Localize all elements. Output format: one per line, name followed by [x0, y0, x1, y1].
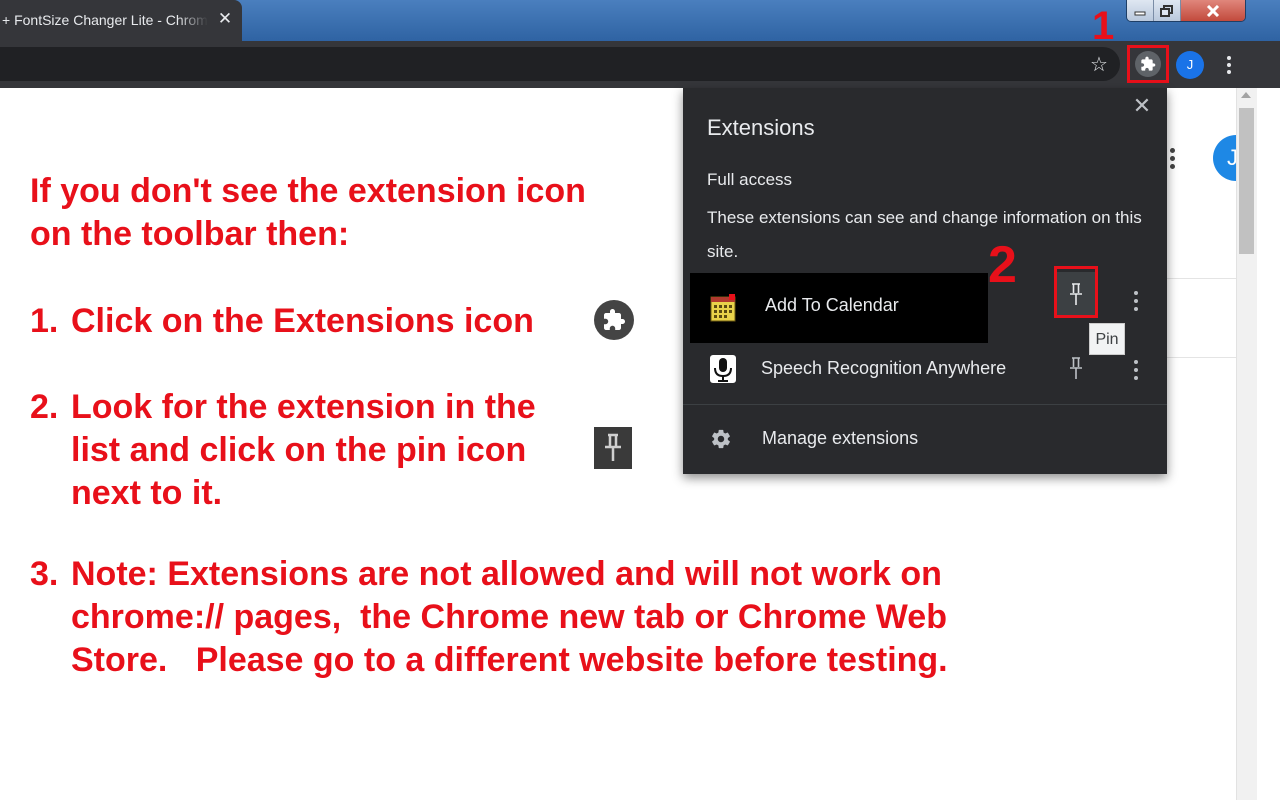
- page-divider: [1167, 278, 1237, 279]
- manage-extensions-label: Manage extensions: [762, 428, 919, 448]
- intro-text: If you don't see the extension icon on t…: [30, 170, 586, 256]
- step-text: chrome:// pages, the Chrome new tab or C…: [71, 598, 947, 636]
- page-divider: [1167, 357, 1237, 358]
- extension-menu-icon[interactable]: [1131, 287, 1141, 315]
- window-close-button[interactable]: [1181, 0, 1245, 21]
- window-close-icon: [1206, 4, 1220, 17]
- extensions-button[interactable]: [1127, 45, 1169, 83]
- step-3: 3. Note: Extensions are not allowed and …: [30, 553, 1070, 682]
- minimize-icon: [1134, 11, 1146, 15]
- profile-avatar[interactable]: J: [1176, 51, 1204, 79]
- step-text: Store. Please go to a different website …: [71, 641, 948, 679]
- microphone-icon: [710, 355, 736, 383]
- section-title: Full access: [707, 170, 793, 189]
- extensions-popup: Extensions ✕ Full access These extension…: [683, 88, 1167, 474]
- popup-title: Extensions: [707, 115, 815, 140]
- pin-icon: [594, 427, 632, 469]
- scroll-up-arrow-icon[interactable]: [1241, 92, 1251, 98]
- step-2: 2. Look for the extension in the list an…: [30, 386, 590, 515]
- browser-menu-icon[interactable]: [1219, 51, 1239, 79]
- step-number: 1.: [30, 302, 59, 340]
- page-edge: [1257, 88, 1280, 800]
- step-number: 3.: [30, 555, 59, 593]
- intro-line: If you don't see the extension icon: [30, 172, 586, 210]
- gear-icon: [712, 429, 730, 449]
- page-menu-icon[interactable]: [1165, 143, 1179, 173]
- step-text: Click on the Extensions icon: [71, 302, 534, 340]
- pin-tooltip: Pin: [1089, 323, 1125, 355]
- puzzle-icon: [1135, 51, 1161, 77]
- calendar-icon: [710, 294, 736, 322]
- restore-icon: [1160, 4, 1173, 17]
- step-text: Note: Extensions are not allowed and wil…: [71, 555, 942, 593]
- section-description: These extensions can see and change info…: [707, 208, 1142, 261]
- browser-toolbar: ☆: [0, 41, 1280, 88]
- extension-menu-icon[interactable]: [1131, 356, 1141, 384]
- popup-close-icon[interactable]: ✕: [1130, 94, 1154, 118]
- browser-tab[interactable]: + FontSize Changer Lite - Chrome Web Sto…: [0, 0, 242, 41]
- step-marker-1: 1: [1092, 4, 1115, 48]
- intro-line: on the toolbar then:: [30, 215, 350, 253]
- bookmark-star-icon[interactable]: ☆: [1086, 52, 1112, 78]
- step-number: 2.: [30, 388, 59, 426]
- step-text: list and click on the pin icon: [71, 431, 527, 469]
- address-bar[interactable]: [0, 47, 1120, 81]
- manage-extensions-item[interactable]: Manage extensions: [683, 418, 1167, 460]
- pin-icon: [1070, 357, 1082, 379]
- extension-name: Add To Calendar: [765, 295, 899, 315]
- extension-name: Speech Recognition Anywhere: [761, 358, 1007, 378]
- tab-title: + FontSize Changer Lite - Chrome Web Sto…: [2, 12, 208, 28]
- step-1: 1. Click on the Extensions icon: [30, 300, 590, 343]
- tab-close-icon[interactable]: ✕: [216, 9, 234, 29]
- pin-highlight-box: [1054, 266, 1098, 318]
- puzzle-icon: [594, 300, 634, 340]
- scrollbar-thumb[interactable]: [1239, 108, 1254, 254]
- popup-divider: [683, 404, 1167, 405]
- step-marker-2: 2: [988, 236, 1017, 294]
- step-text: next to it.: [71, 474, 223, 512]
- minimize-button[interactable]: [1127, 0, 1154, 21]
- window-controls: [1126, 0, 1246, 22]
- restore-button[interactable]: [1154, 0, 1181, 21]
- step-text: Look for the extension in the: [71, 388, 536, 426]
